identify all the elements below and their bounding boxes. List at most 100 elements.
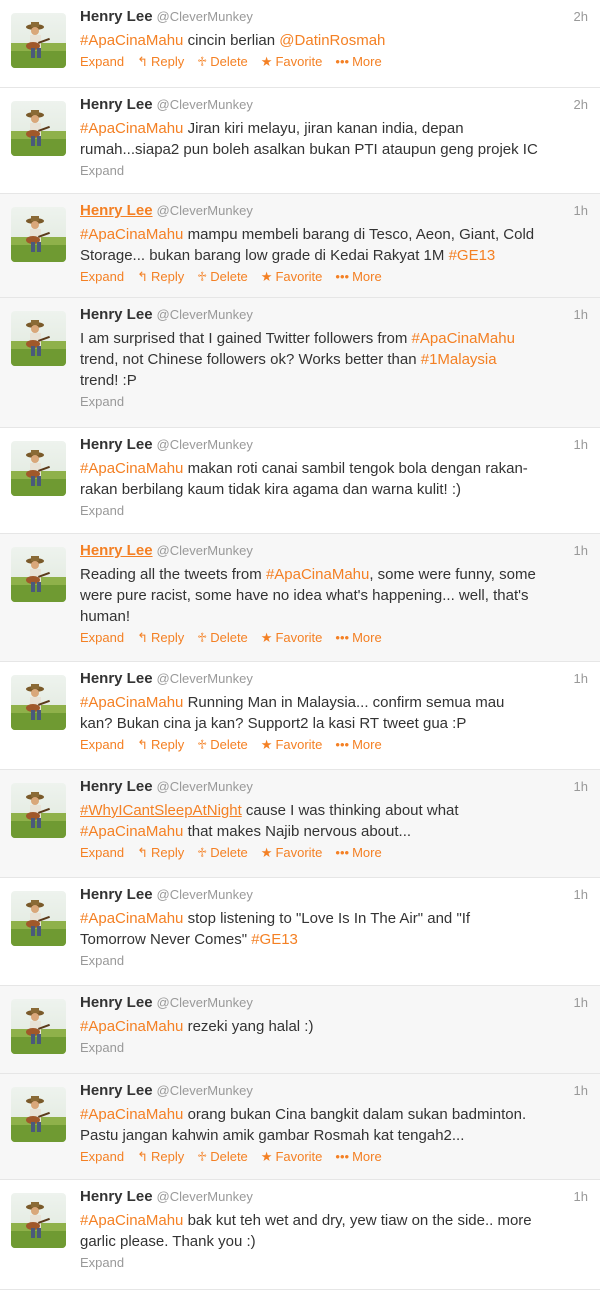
expand-link[interactable]: Expand: [80, 393, 124, 411]
more-button[interactable]: ••• More: [335, 1148, 381, 1166]
expand-link[interactable]: Expand: [80, 629, 124, 647]
hashtag-link[interactable]: #ApaCinaMahu: [80, 226, 183, 243]
author-name[interactable]: Henry Lee: [80, 1188, 153, 1205]
tweet-timestamp[interactable]: 1h: [574, 437, 588, 452]
favorite-button[interactable]: ★ Favorite: [261, 1148, 323, 1166]
author-handle[interactable]: @CleverMunkey: [157, 779, 253, 794]
favorite-button[interactable]: ★ Favorite: [261, 268, 323, 286]
more-button[interactable]: ••• More: [335, 268, 381, 286]
hashtag-link[interactable]: #ApaCinaMahu: [80, 910, 183, 927]
tweet-timestamp[interactable]: 1h: [574, 779, 588, 794]
avatar[interactable]: [11, 999, 66, 1054]
reply-button[interactable]: ↰ Reply: [137, 53, 184, 71]
avatar[interactable]: [11, 101, 66, 156]
author-handle[interactable]: @CleverMunkey: [157, 887, 253, 902]
avatar[interactable]: [11, 13, 66, 68]
delete-button[interactable]: ♱ Delete: [197, 736, 248, 754]
author-handle[interactable]: @CleverMunkey: [157, 1083, 253, 1098]
avatar[interactable]: [11, 675, 66, 730]
expand-link[interactable]: Expand: [80, 1254, 124, 1272]
more-button[interactable]: ••• More: [335, 736, 381, 754]
author-handle[interactable]: @CleverMunkey: [157, 995, 253, 1010]
avatar[interactable]: [11, 783, 66, 838]
avatar[interactable]: [11, 207, 66, 262]
author-handle[interactable]: @CleverMunkey: [157, 1189, 253, 1204]
avatar[interactable]: [11, 1193, 66, 1248]
tweet-timestamp[interactable]: 1h: [574, 995, 588, 1010]
author-handle[interactable]: @CleverMunkey: [157, 307, 253, 322]
tweet-timestamp[interactable]: 1h: [574, 203, 588, 218]
author-handle[interactable]: @CleverMunkey: [157, 671, 253, 686]
reply-button[interactable]: ↰ Reply: [137, 629, 184, 647]
author-name[interactable]: Henry Lee: [80, 202, 153, 219]
author-name[interactable]: Henry Lee: [80, 1082, 153, 1099]
delete-button[interactable]: ♱ Delete: [197, 844, 248, 862]
delete-button[interactable]: ♱ Delete: [197, 1148, 248, 1166]
avatar[interactable]: [11, 891, 66, 946]
expand-link[interactable]: Expand: [80, 1148, 124, 1166]
more-button[interactable]: ••• More: [335, 844, 381, 862]
hashtag-link[interactable]: #ApaCinaMahu: [80, 1106, 183, 1123]
reply-button[interactable]: ↰ Reply: [137, 844, 184, 862]
author-handle[interactable]: @CleverMunkey: [157, 437, 253, 452]
hashtag-link[interactable]: #1Malaysia: [421, 351, 497, 368]
tweet-timestamp[interactable]: 1h: [574, 307, 588, 322]
more-button[interactable]: ••• More: [335, 53, 381, 71]
tweet-timestamp[interactable]: 2h: [574, 9, 588, 24]
expand-link[interactable]: Expand: [80, 1039, 124, 1057]
author-name[interactable]: Henry Lee: [80, 670, 153, 687]
expand-link[interactable]: Expand: [80, 952, 124, 970]
hashtag-link[interactable]: #ApaCinaMahu: [80, 1212, 183, 1229]
expand-link[interactable]: Expand: [80, 162, 124, 180]
reply-button[interactable]: ↰ Reply: [137, 1148, 184, 1166]
avatar[interactable]: [11, 441, 66, 496]
hashtag-link[interactable]: #ApaCinaMahu: [266, 566, 369, 583]
delete-button[interactable]: ♱ Delete: [197, 53, 248, 71]
author-handle[interactable]: @CleverMunkey: [157, 97, 253, 112]
favorite-button[interactable]: ★ Favorite: [261, 844, 323, 862]
tweet-timestamp[interactable]: 1h: [574, 671, 588, 686]
author-name[interactable]: Henry Lee: [80, 306, 153, 323]
author-handle[interactable]: @CleverMunkey: [157, 203, 253, 218]
hashtag-link[interactable]: #WhyICantSleepAtNight: [80, 802, 242, 819]
hashtag-link[interactable]: #ApaCinaMahu: [80, 1018, 183, 1035]
author-handle[interactable]: @CleverMunkey: [157, 9, 253, 24]
hashtag-link[interactable]: #ApaCinaMahu: [80, 32, 183, 49]
hashtag-link[interactable]: #GE13: [251, 931, 298, 948]
more-button[interactable]: ••• More: [335, 629, 381, 647]
tweet-timestamp[interactable]: 1h: [574, 1189, 588, 1204]
avatar[interactable]: [11, 1087, 66, 1142]
expand-link[interactable]: Expand: [80, 502, 124, 520]
hashtag-link[interactable]: #ApaCinaMahu: [80, 120, 183, 137]
tweet-timestamp[interactable]: 1h: [574, 543, 588, 558]
delete-button[interactable]: ♱ Delete: [197, 629, 248, 647]
avatar[interactable]: [11, 547, 66, 602]
favorite-button[interactable]: ★ Favorite: [261, 629, 323, 647]
author-handle[interactable]: @CleverMunkey: [157, 543, 253, 558]
avatar[interactable]: [11, 311, 66, 366]
author-name[interactable]: Henry Lee: [80, 8, 153, 25]
author-name[interactable]: Henry Lee: [80, 994, 153, 1011]
author-name[interactable]: Henry Lee: [80, 436, 153, 453]
author-name[interactable]: Henry Lee: [80, 778, 153, 795]
author-name[interactable]: Henry Lee: [80, 886, 153, 903]
hashtag-link[interactable]: #ApaCinaMahu: [80, 694, 183, 711]
hashtag-link[interactable]: #ApaCinaMahu: [80, 460, 183, 477]
expand-link[interactable]: Expand: [80, 844, 124, 862]
tweet-timestamp[interactable]: 2h: [574, 97, 588, 112]
author-name[interactable]: Henry Lee: [80, 96, 153, 113]
reply-button[interactable]: ↰ Reply: [137, 736, 184, 754]
author-name[interactable]: Henry Lee: [80, 542, 153, 559]
favorite-button[interactable]: ★ Favorite: [261, 736, 323, 754]
hashtag-link[interactable]: #ApaCinaMahu: [80, 823, 183, 840]
tweet-timestamp[interactable]: 1h: [574, 1083, 588, 1098]
expand-link[interactable]: Expand: [80, 268, 124, 286]
tweet-timestamp[interactable]: 1h: [574, 887, 588, 902]
delete-button[interactable]: ♱ Delete: [197, 268, 248, 286]
reply-button[interactable]: ↰ Reply: [137, 268, 184, 286]
hashtag-link[interactable]: #GE13: [449, 247, 496, 264]
favorite-button[interactable]: ★ Favorite: [261, 53, 323, 71]
expand-link[interactable]: Expand: [80, 736, 124, 754]
hashtag-link[interactable]: #ApaCinaMahu: [412, 330, 515, 347]
mention-link[interactable]: @DatinRosmah: [279, 32, 385, 49]
